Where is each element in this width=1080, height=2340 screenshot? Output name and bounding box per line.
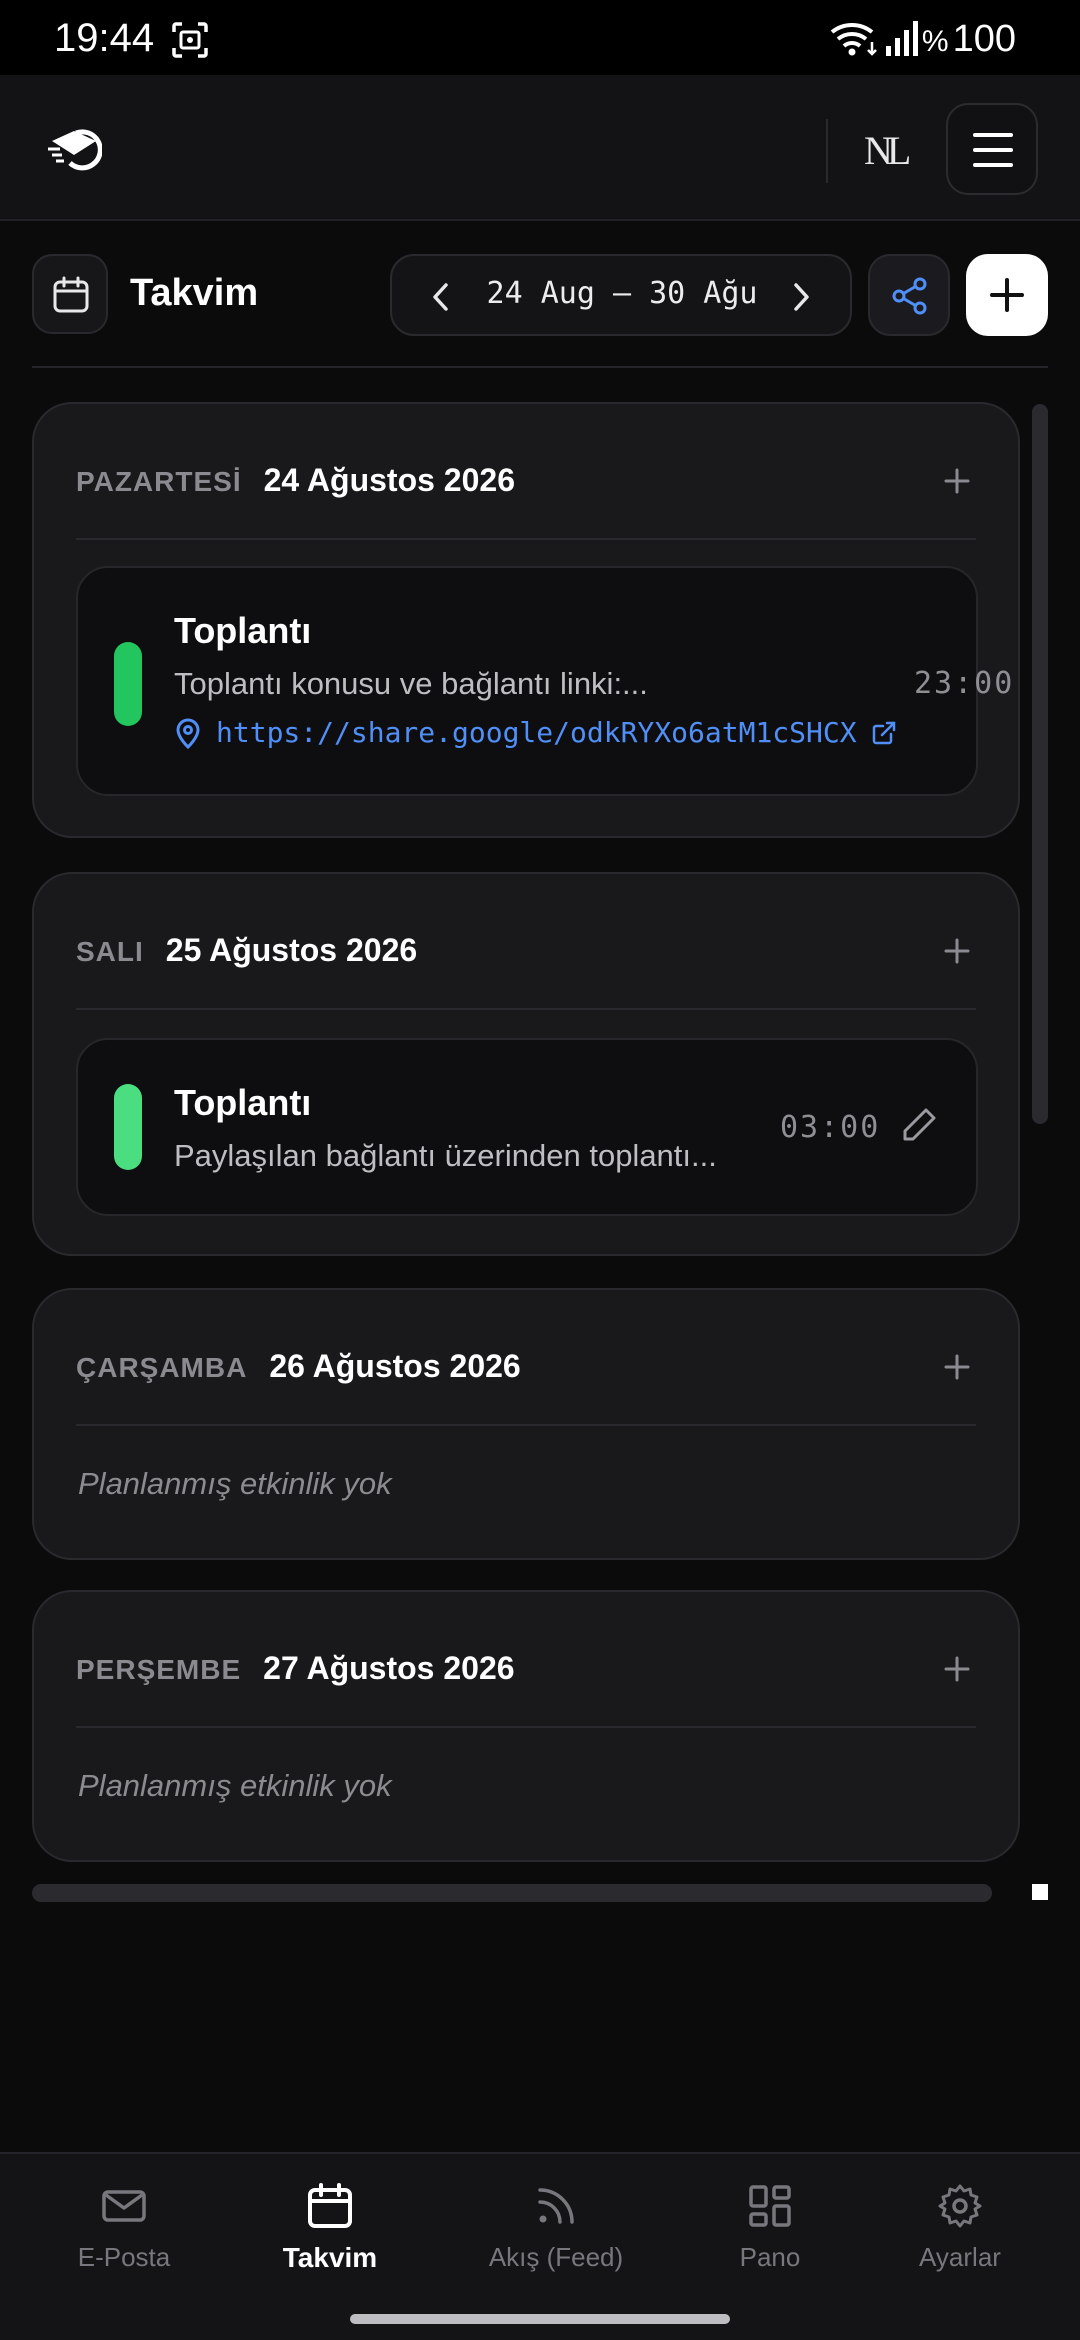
header-divider	[826, 119, 828, 183]
edit-pencil-icon[interactable]	[900, 1106, 938, 1144]
day-header: PERŞEMBE 27 Ağustos 2026	[76, 1650, 515, 1690]
hamburger-icon	[973, 133, 1013, 167]
horizontal-scrollbar[interactable]	[32, 1884, 992, 1902]
day-name: PERŞEMBE	[76, 1654, 242, 1685]
nav-label: E-Posta	[77, 2242, 171, 2272]
day-divider	[76, 1424, 976, 1426]
event-time: 03:00	[780, 1110, 881, 1145]
nav-label: Ayarlar	[919, 2242, 1001, 2272]
screenshot-icon	[172, 22, 208, 58]
nav-label: Takvim	[282, 2242, 378, 2273]
event-title: Toplantı	[174, 1082, 312, 1123]
grid-icon	[749, 2185, 791, 2227]
nav-label: Akış (Feed)	[488, 2242, 624, 2272]
mail-icon	[102, 2190, 146, 2222]
week-navigator: 24 Aug – 30 Ağu	[390, 254, 852, 336]
bottom-navigation: E-Posta Takvim Akış (Feed) Pano Ayarlar	[0, 2152, 1080, 2340]
event-color-bar	[114, 1084, 142, 1170]
day-name: PAZARTESİ	[76, 466, 242, 497]
share-icon	[892, 277, 927, 315]
day-header: PAZARTESİ 24 Ağustos 2026	[76, 462, 515, 502]
calendar-icon	[308, 2183, 352, 2228]
menu-button[interactable]	[946, 103, 1038, 195]
empty-day-message: Planlanmış etkinlik yok	[78, 1466, 392, 1501]
day-name: ÇARŞAMBA	[76, 1352, 248, 1383]
signal-icon	[886, 21, 918, 56]
scrollbar-corner	[1032, 1884, 1048, 1900]
day-date: 25 Ağustos 2026	[165, 932, 418, 968]
page-title: Takvim	[130, 272, 259, 314]
event-title: Toplantı	[174, 610, 312, 651]
nav-item-email[interactable]: E-Posta	[24, 2182, 224, 2273]
empty-day-message: Planlanmış etkinlik yok	[78, 1768, 392, 1803]
wifi-icon	[830, 22, 877, 56]
rss-icon	[538, 2188, 574, 2224]
add-to-day-button[interactable]	[934, 458, 980, 504]
day-card-monday: PAZARTESİ 24 Ağustos 2026 Toplantı Topla…	[32, 402, 1020, 838]
day-header: SALI 25 Ağustos 2026	[76, 932, 417, 972]
day-divider	[76, 1726, 976, 1728]
event-description: Paylaşılan bağlantı üzerinden toplantı..…	[174, 1138, 717, 1173]
vertical-scrollbar[interactable]	[1032, 404, 1048, 1124]
event-color-bar	[114, 642, 142, 726]
day-date: 27 Ağustos 2026	[263, 1650, 515, 1686]
add-to-day-button[interactable]	[934, 1646, 980, 1692]
add-event-button[interactable]	[966, 254, 1048, 336]
next-week-button[interactable]	[786, 280, 816, 314]
share-button[interactable]	[868, 254, 950, 336]
day-card-thursday: PERŞEMBE 27 Ağustos 2026 Planlanmış etki…	[32, 1590, 1020, 1862]
battery-level: % 100	[921, 18, 1016, 60]
day-date: 26 Ağustos 2026	[269, 1348, 521, 1384]
day-header: ÇARŞAMBA 26 Ağustos 2026	[76, 1348, 521, 1388]
event-location-link[interactable]: https://share.google/odkRYXo6atM1cSHCX	[174, 716, 897, 749]
status-bar: 19:44 % 100	[0, 0, 1080, 75]
nav-item-board[interactable]: Pano	[670, 2182, 870, 2273]
home-indicator[interactable]	[350, 2314, 730, 2324]
external-link-icon	[872, 721, 895, 744]
day-card-wednesday: ÇARŞAMBA 26 Ağustos 2026 Planlanmış etki…	[32, 1288, 1020, 1560]
event-link-text[interactable]: https://share.google/odkRYXo6atM1cSHCX	[216, 716, 857, 749]
day-divider	[76, 1008, 976, 1010]
event-description: Toplantı konusu ve bağlantı linki:...	[174, 666, 648, 701]
nav-item-feed[interactable]: Akış (Feed)	[456, 2182, 656, 2273]
day-date: 24 Ağustos 2026	[263, 462, 515, 498]
event-time: 23:00	[914, 666, 1015, 701]
gear-icon	[938, 2184, 982, 2228]
add-to-day-button[interactable]	[934, 1344, 980, 1390]
prev-week-button[interactable]	[426, 280, 456, 314]
event-card[interactable]: Toplantı Toplantı konusu ve bağlantı lin…	[76, 566, 1012, 796]
nav-label: Pano	[739, 2242, 801, 2272]
status-time: 19:44	[54, 16, 155, 60]
nav-item-settings[interactable]: Ayarlar	[860, 2182, 1060, 2273]
plus-icon	[990, 278, 1024, 312]
day-divider	[76, 538, 976, 540]
week-range-label[interactable]: 24 Aug – 30 Ağu	[482, 276, 762, 311]
brand-monogram[interactable]: NL	[864, 127, 911, 174]
event-card[interactable]: Toplantı Paylaşılan bağlantı üzerinden t…	[76, 1038, 978, 1216]
calendar-icon	[53, 276, 89, 313]
day-card-tuesday: SALI 25 Ağustos 2026 Toplantı Paylaşılan…	[32, 872, 1020, 1256]
location-pin-icon	[176, 718, 200, 749]
calendar-badge	[32, 254, 108, 334]
toolbar-divider	[32, 366, 1048, 368]
nav-item-calendar[interactable]: Takvim	[230, 2182, 430, 2274]
day-name: SALI	[76, 936, 144, 967]
app-logo-icon[interactable]	[46, 123, 102, 173]
add-to-day-button[interactable]	[934, 928, 980, 974]
app-header: NL	[0, 75, 1080, 221]
